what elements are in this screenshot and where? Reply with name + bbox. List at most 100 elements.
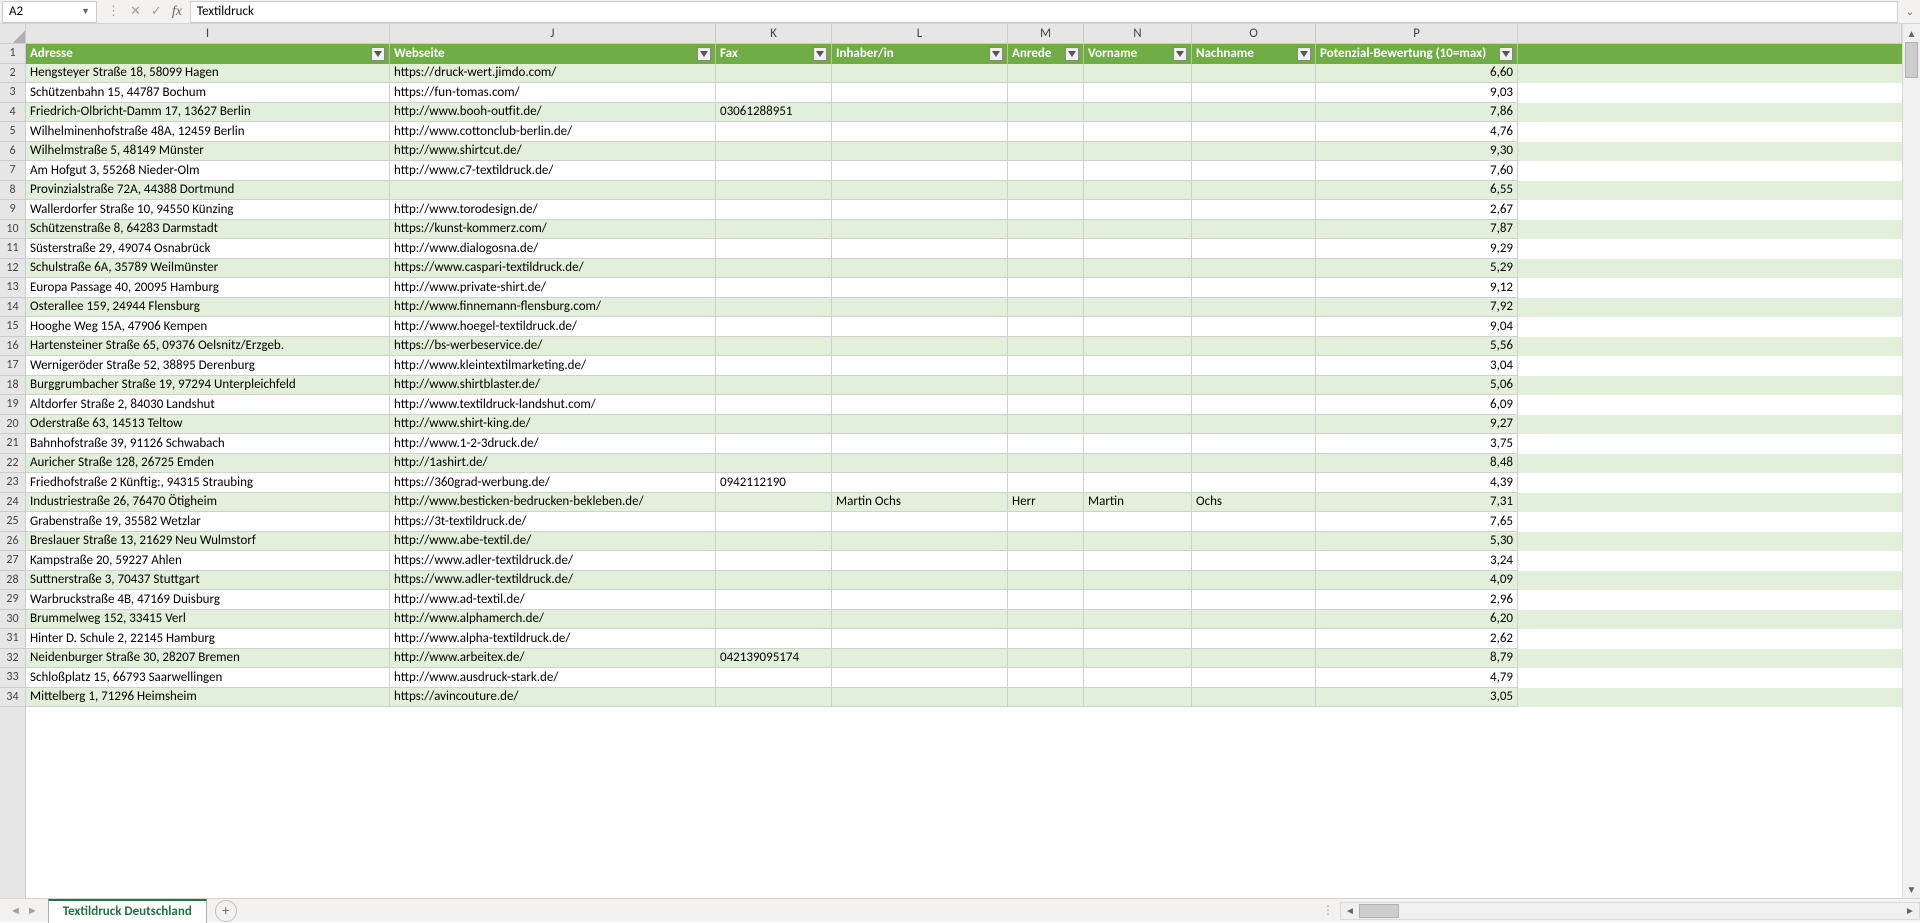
cell-addr[interactable]: Oderstraße 63, 14513 Teltow xyxy=(26,415,390,435)
table-row[interactable]: Mittelberg 1, 71296 Heimsheimhttps://avi… xyxy=(26,688,1902,708)
cell-fax[interactable] xyxy=(716,142,832,162)
cell-fax[interactable] xyxy=(716,200,832,220)
cell-sal[interactable] xyxy=(1008,239,1084,259)
cell-owner[interactable] xyxy=(832,278,1008,298)
cell-pot[interactable]: 7,86 xyxy=(1316,103,1518,123)
cell-fname[interactable] xyxy=(1084,220,1192,240)
cell-lname[interactable] xyxy=(1192,142,1316,162)
cell-pot[interactable]: 9,12 xyxy=(1316,278,1518,298)
cell-fax[interactable] xyxy=(716,512,832,532)
cell-owner[interactable] xyxy=(832,610,1008,630)
cell-sal[interactable] xyxy=(1008,161,1084,181)
cell-pot[interactable]: 3,75 xyxy=(1316,434,1518,454)
cell-web[interactable]: http://www.shirtcut.de/ xyxy=(390,142,716,162)
table-row[interactable]: Schloßplatz 15, 66793 Saarwellingenhttp:… xyxy=(26,668,1902,688)
tab-next-icon[interactable]: ► xyxy=(27,904,38,917)
scroll-up-icon[interactable]: ▲ xyxy=(1903,24,1920,42)
column-header-N[interactable]: N xyxy=(1084,24,1192,43)
row-header-15[interactable]: 15 xyxy=(0,317,25,337)
cell-fname[interactable] xyxy=(1084,103,1192,123)
cell-addr[interactable]: Burggrumbacher Straße 19, 97294 Unterple… xyxy=(26,376,390,396)
cell-pot[interactable]: 9,04 xyxy=(1316,317,1518,337)
cells-area[interactable]: AdresseWebseiteFaxInhaber/inAnredeVornam… xyxy=(26,44,1902,898)
cell-sal[interactable] xyxy=(1008,103,1084,123)
cell-sal[interactable]: Herr xyxy=(1008,493,1084,513)
cell-owner[interactable] xyxy=(832,259,1008,279)
cell-pot[interactable]: 6,20 xyxy=(1316,610,1518,630)
cell-owner[interactable] xyxy=(832,298,1008,318)
cell-fax[interactable] xyxy=(716,122,832,142)
cell-lname[interactable] xyxy=(1192,220,1316,240)
table-row[interactable]: Warbruckstraße 4B, 47169 Duisburghttp://… xyxy=(26,590,1902,610)
cell-addr[interactable]: Schloßplatz 15, 66793 Saarwellingen xyxy=(26,668,390,688)
cell-lname[interactable] xyxy=(1192,259,1316,279)
column-header-P[interactable]: P xyxy=(1316,24,1518,43)
cell-sal[interactable] xyxy=(1008,259,1084,279)
cell-fax[interactable] xyxy=(716,454,832,474)
cell-fname[interactable] xyxy=(1084,512,1192,532)
filter-dropdown-icon[interactable] xyxy=(697,47,711,61)
row-header-25[interactable]: 25 xyxy=(0,512,25,532)
cell-fax[interactable] xyxy=(716,688,832,708)
row-header-2[interactable]: 2 xyxy=(0,64,25,84)
table-row[interactable]: Neidenburger Straße 30, 28207 Bremenhttp… xyxy=(26,649,1902,669)
cell-addr[interactable]: Europa Passage 40, 20095 Hamburg xyxy=(26,278,390,298)
cell-lname[interactable] xyxy=(1192,278,1316,298)
cell-web[interactable]: http://www.finnemann-flensburg.com/ xyxy=(390,298,716,318)
cell-owner[interactable] xyxy=(832,64,1008,84)
cell-web[interactable]: https://www.adler-textildruck.de/ xyxy=(390,551,716,571)
cell-fname[interactable] xyxy=(1084,668,1192,688)
table-header-owner[interactable]: Inhaber/in xyxy=(832,44,1008,64)
row-header-11[interactable]: 11 xyxy=(0,239,25,259)
cell-owner[interactable] xyxy=(832,337,1008,357)
cell-sal[interactable] xyxy=(1008,220,1084,240)
table-row[interactable]: Kampstraße 20, 59227 Ahlenhttps://www.ad… xyxy=(26,551,1902,571)
cell-web[interactable] xyxy=(390,181,716,201)
row-header-6[interactable]: 6 xyxy=(0,142,25,162)
cell-web[interactable]: http://www.alphamerch.de/ xyxy=(390,610,716,630)
row-header-22[interactable]: 22 xyxy=(0,454,25,474)
cell-lname[interactable] xyxy=(1192,376,1316,396)
cell-addr[interactable]: Hooghe Weg 15A, 47906 Kempen xyxy=(26,317,390,337)
cell-lname[interactable] xyxy=(1192,532,1316,552)
cell-addr[interactable]: Bahnhofstraße 39, 91126 Schwabach xyxy=(26,434,390,454)
cell-lname[interactable] xyxy=(1192,668,1316,688)
cell-lname[interactable] xyxy=(1192,473,1316,493)
sheet-tab-active[interactable]: Textildruck Deutschland xyxy=(48,899,207,923)
cell-sal[interactable] xyxy=(1008,610,1084,630)
row-header-20[interactable]: 20 xyxy=(0,415,25,435)
table-row[interactable]: Am Hofgut 3, 55268 Nieder-Olmhttp://www.… xyxy=(26,161,1902,181)
cell-addr[interactable]: Hinter D. Schule 2, 22145 Hamburg xyxy=(26,629,390,649)
cell-lname[interactable] xyxy=(1192,298,1316,318)
cell-pot[interactable]: 5,30 xyxy=(1316,532,1518,552)
cell-pot[interactable]: 7,60 xyxy=(1316,161,1518,181)
cell-addr[interactable]: Mittelberg 1, 71296 Heimsheim xyxy=(26,688,390,708)
row-header-33[interactable]: 33 xyxy=(0,668,25,688)
cell-fax[interactable] xyxy=(716,610,832,630)
cell-fax[interactable] xyxy=(716,161,832,181)
cell-owner[interactable] xyxy=(832,454,1008,474)
cell-owner[interactable] xyxy=(832,415,1008,435)
filter-dropdown-icon[interactable] xyxy=(371,47,385,61)
table-row[interactable]: Provinzialstraße 72A, 44388 Dortmund6,55 xyxy=(26,181,1902,201)
scroll-left-icon[interactable]: ◄ xyxy=(1341,904,1359,917)
table-row[interactable]: Schützenstraße 8, 64283 Darmstadthttps:/… xyxy=(26,220,1902,240)
cell-web[interactable]: http://www.private-shirt.de/ xyxy=(390,278,716,298)
cell-lname[interactable] xyxy=(1192,395,1316,415)
cell-pot[interactable]: 6,09 xyxy=(1316,395,1518,415)
cell-fax[interactable] xyxy=(716,376,832,396)
horizontal-scrollbar[interactable]: ◄ ► xyxy=(1340,902,1920,920)
chevron-down-icon[interactable]: ▼ xyxy=(81,6,90,17)
row-header-17[interactable]: 17 xyxy=(0,356,25,376)
cell-sal[interactable] xyxy=(1008,122,1084,142)
cell-owner[interactable]: Martin Ochs xyxy=(832,493,1008,513)
cell-sal[interactable] xyxy=(1008,688,1084,708)
row-header-14[interactable]: 14 xyxy=(0,298,25,318)
cell-owner[interactable] xyxy=(832,103,1008,123)
cell-fax[interactable] xyxy=(716,551,832,571)
cell-addr[interactable]: Friedhofstraße 2 Künftig:, 94315 Straubi… xyxy=(26,473,390,493)
cell-pot[interactable]: 5,06 xyxy=(1316,376,1518,396)
cell-lname[interactable] xyxy=(1192,590,1316,610)
cell-lname[interactable] xyxy=(1192,356,1316,376)
cell-pot[interactable]: 5,29 xyxy=(1316,259,1518,279)
